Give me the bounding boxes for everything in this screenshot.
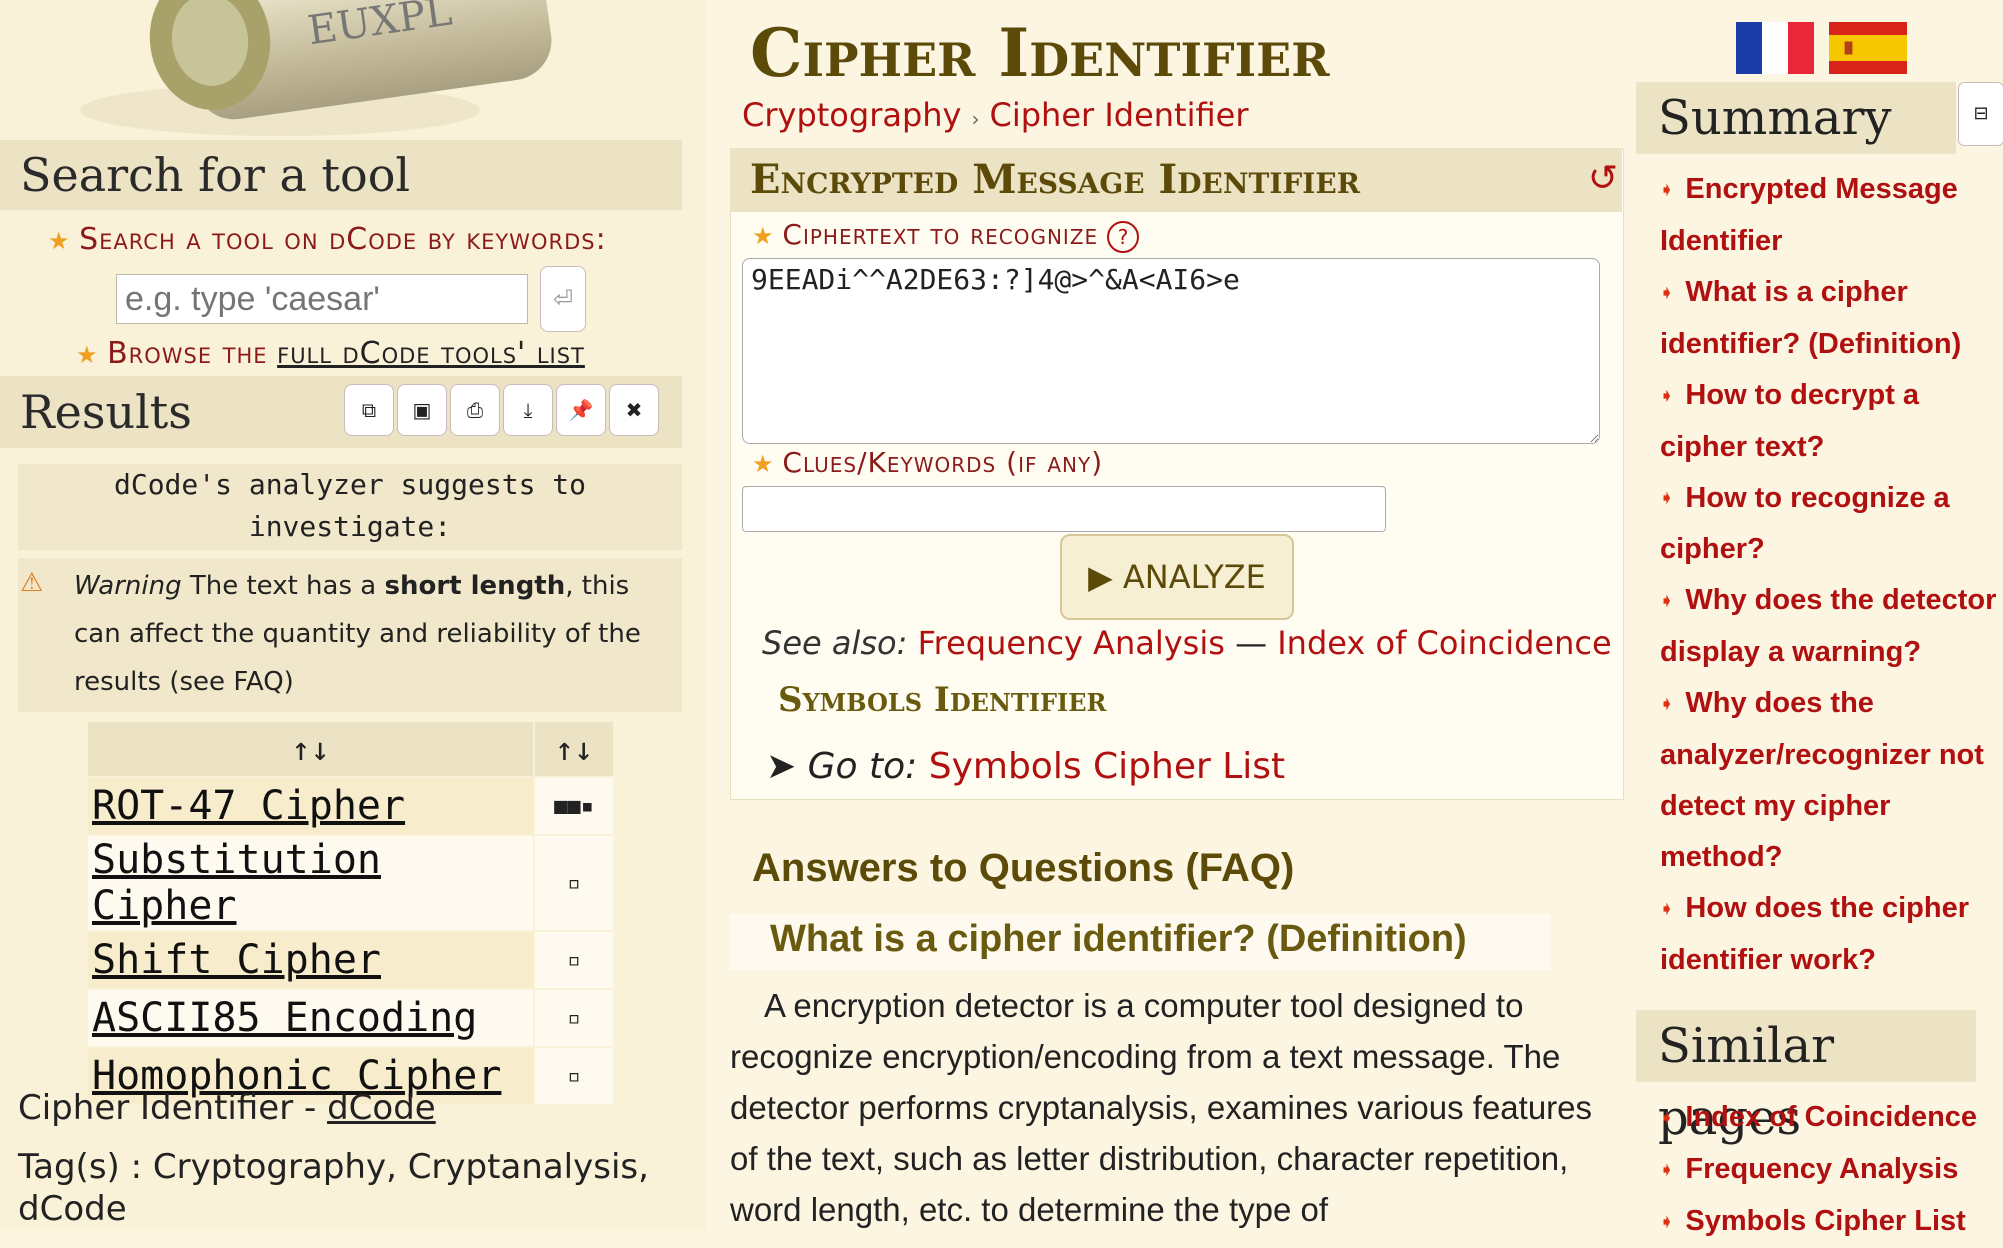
bullet-icon: ➧ xyxy=(1660,387,1674,405)
score-indicator: ▫ xyxy=(535,1048,613,1104)
star-icon: ★ xyxy=(752,222,774,250)
summary-item[interactable]: ➧ What is a cipher identifier? (Definitio… xyxy=(1660,267,2003,370)
spanish-flag-icon[interactable] xyxy=(1826,22,1910,74)
tool-panel-title: Encrypted Message Identifier xyxy=(730,148,1622,212)
summary-item[interactable]: ➧ How to decrypt a cipher text? xyxy=(1660,370,2003,473)
symbols-cipher-list-link[interactable]: Symbols Cipher List xyxy=(929,746,1285,787)
help-icon[interactable]: ? xyxy=(1107,221,1140,253)
bullet-icon: ➧ xyxy=(1660,181,1674,199)
summary-item[interactable]: ➧ How to recognize a cipher? xyxy=(1660,473,2003,576)
breadcrumb-cipher-identifier[interactable]: Cipher Identifier xyxy=(989,96,1248,134)
faq-question: What is a cipher identifier? (Definition… xyxy=(770,918,1467,960)
warning-icon: ⚠ xyxy=(20,568,44,598)
bullet-icon: ➧ xyxy=(1660,900,1674,918)
download-button[interactable]: ⤓ xyxy=(503,384,553,436)
table-row: ROT-47 Cipher ■■▪ xyxy=(88,778,613,834)
warning-text: Warning The text has a short length, thi… xyxy=(74,571,641,697)
ciphertext-textarea[interactable]: 9EEADi^^A2DE63:?]4@>^&A<AI6>e xyxy=(742,258,1600,444)
results-table: ↑↓ ↑↓ ROT-47 Cipher ■■▪ Substitution Cip… xyxy=(86,720,615,1106)
bullet-icon: ➧ xyxy=(1660,284,1674,302)
breadcrumb-cryptography[interactable]: Cryptography xyxy=(742,96,961,134)
bullet-icon: ➧ xyxy=(1660,1161,1674,1179)
chevron-right-icon: › xyxy=(971,107,980,131)
enter-icon: ⏎ xyxy=(552,285,574,313)
clues-input[interactable] xyxy=(742,486,1386,532)
bullet-icon: ➧ xyxy=(1660,696,1674,714)
pin-icon: 📌 xyxy=(568,398,594,422)
analyzer-suggestion: dCode's analyzer suggests to investigate… xyxy=(18,464,682,550)
similar-item[interactable]: ➧ Frequency Analysis xyxy=(1660,1144,2003,1196)
print-button[interactable]: ⎙ xyxy=(450,384,500,436)
pin-button[interactable]: 📌 xyxy=(556,384,606,436)
score-indicator: ▫ xyxy=(535,990,613,1046)
star-icon: ★ xyxy=(48,227,70,255)
result-link[interactable]: Shift Cipher xyxy=(92,937,381,983)
collapse-icon: ⊟ xyxy=(1973,103,1989,124)
bullet-icon: ➧ xyxy=(1660,1109,1674,1127)
save-button[interactable]: ▣ xyxy=(397,384,447,436)
footer-credit: Cipher Identifier - dCode xyxy=(18,1088,436,1128)
download-icon: ⤓ xyxy=(523,398,533,422)
search-tool-heading: Search for a tool xyxy=(0,140,682,210)
close-icon: ✖ xyxy=(625,398,643,422)
similar-item[interactable]: ➧ Index of Coincidence xyxy=(1660,1092,2003,1144)
browse-tools-link[interactable]: ★ Browse the full dCode tools' list xyxy=(76,336,585,371)
faq-heading: Answers to Questions (FAQ) xyxy=(752,846,1295,890)
summary-heading: Summary xyxy=(1636,82,1956,154)
dcode-logo[interactable]: EUXPL xyxy=(70,0,610,136)
similar-item[interactable]: ➧ Symbols Cipher List xyxy=(1660,1196,2003,1248)
print-icon: ⎙ xyxy=(467,398,483,422)
score-indicator: ▫ xyxy=(535,836,613,930)
summary-item[interactable]: ➧ Why does the analyzer/recognizer not de… xyxy=(1660,678,2003,883)
save-icon: ▣ xyxy=(412,398,432,422)
copy-button[interactable]: ⧉ xyxy=(344,384,394,436)
ciphertext-label: ★ Ciphertext to recognize ? xyxy=(752,218,1140,253)
score-indicator: ▫ xyxy=(535,932,613,988)
table-row: Substitution Cipher ▫ xyxy=(88,836,613,930)
page-title: Cipher Identifier xyxy=(750,14,1330,92)
bullet-icon: ➧ xyxy=(1660,593,1674,611)
search-input[interactable] xyxy=(116,274,528,324)
bullet-icon: ➧ xyxy=(1660,490,1674,508)
see-also: See also: Frequency Analysis — Index of … xyxy=(762,624,1612,662)
clues-label: ★ Clues/Keywords (if any) xyxy=(752,446,1104,479)
star-icon: ★ xyxy=(76,341,98,369)
copy-icon: ⧉ xyxy=(361,398,377,422)
index-of-coincidence-link[interactable]: Index of Coincidence xyxy=(1277,624,1611,662)
arrow-right-icon: ➤ xyxy=(766,746,797,787)
summary-item[interactable]: ➧ Why does the detector display a warning… xyxy=(1660,575,2003,678)
score-indicator: ■■▪ xyxy=(535,778,613,834)
symbols-identifier-title[interactable]: Symbols Identifier xyxy=(778,680,1106,720)
search-submit-button[interactable]: ⏎ xyxy=(540,266,586,332)
search-label: ★ Search a tool on dCode by keywords: xyxy=(48,222,607,257)
star-icon: ★ xyxy=(752,450,774,478)
table-row: Shift Cipher ▫ xyxy=(88,932,613,988)
sort-score-header[interactable]: ↑↓ xyxy=(535,722,613,776)
french-flag-icon[interactable] xyxy=(1734,22,1816,74)
analyze-button[interactable]: ▶ ANALYZE xyxy=(1060,534,1294,620)
summary-list: ➧ Encrypted Message Identifier ➧ What is a… xyxy=(1660,164,2003,986)
summary-item[interactable]: ➧ How does the cipher identifier work? xyxy=(1660,883,2003,986)
result-link[interactable]: Substitution Cipher xyxy=(92,837,381,929)
faq-answer: A encryption detector is a computer tool… xyxy=(730,987,1593,1228)
breadcrumb: Cryptography › Cipher Identifier xyxy=(742,96,1248,134)
dcode-link[interactable]: dCode xyxy=(327,1088,436,1128)
similar-pages-heading: Similar pages xyxy=(1636,1010,1976,1146)
frequency-analysis-link[interactable]: Frequency Analysis xyxy=(918,624,1225,662)
sort-name-header[interactable]: ↑↓ xyxy=(88,722,533,776)
result-link[interactable]: ROT-47 Cipher xyxy=(92,783,405,829)
goto-line: ➤ Go to: Symbols Cipher List xyxy=(766,746,1286,787)
tags: Tag(s) : Cryptography, Cryptanalysis, dC… xyxy=(18,1147,649,1229)
summary-item[interactable]: ➧ Encrypted Message Identifier xyxy=(1660,164,2003,267)
refresh-icon[interactable]: ↺ xyxy=(1588,158,1618,199)
collapse-button[interactable]: ⊟ xyxy=(1958,82,2003,146)
close-results-button[interactable]: ✖ xyxy=(609,384,659,436)
similar-pages-list: ➧ Index of Coincidence ➧ Frequency Analysi… xyxy=(1660,1092,2003,1248)
result-link[interactable]: ASCII85 Encoding xyxy=(92,995,477,1041)
bullet-icon: ➧ xyxy=(1660,1213,1674,1231)
table-row: ASCII85 Encoding ▫ xyxy=(88,990,613,1046)
